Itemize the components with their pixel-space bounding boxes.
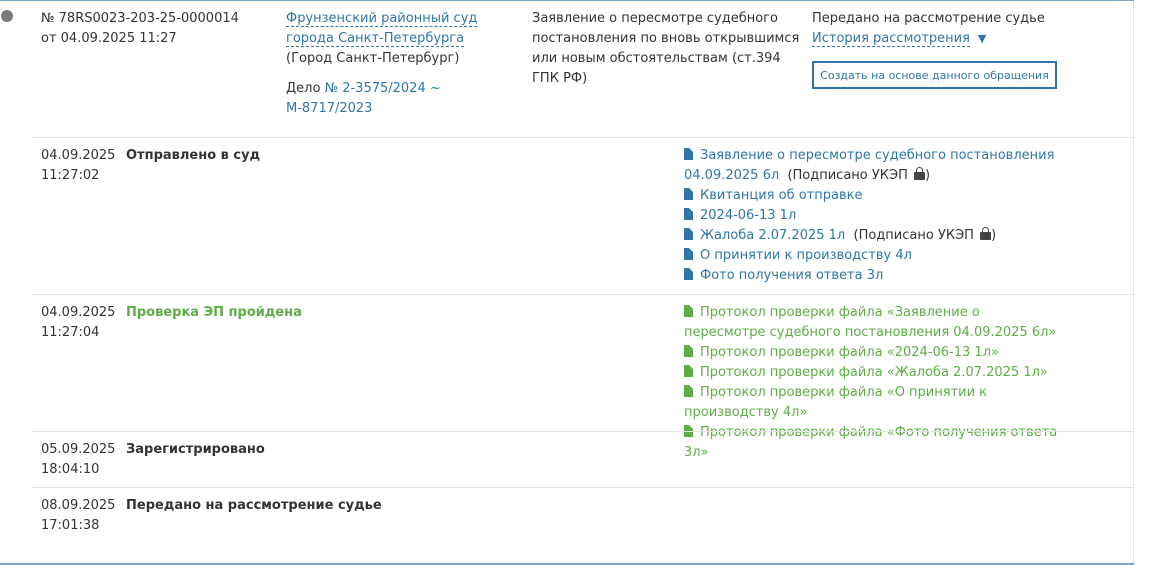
- status-dot-icon: [1, 10, 13, 22]
- card-top-border: [0, 0, 1134, 1]
- court-info: Фрунзенский районный суд города Санкт-Пе…: [286, 9, 511, 69]
- file-icon: [684, 148, 693, 160]
- document-item: Заявление о пересмотре судебного постано…: [684, 146, 1124, 186]
- document-link[interactable]: Квитанция об отправке: [700, 188, 863, 203]
- event-title: Передано на рассмотрение судье: [126, 498, 382, 513]
- document-item: Фото получения ответа 3л: [684, 266, 1124, 286]
- file-icon: [684, 268, 693, 280]
- appeal-info: № 78RS0023-203-25-0000014 от 04.09.2025 …: [41, 9, 261, 49]
- signature-status: (Подписано УКЭП ): [853, 227, 997, 243]
- event-datetime: 05.09.2025 18:04:10: [41, 440, 115, 480]
- event-title: Отправлено в суд: [126, 148, 261, 163]
- row-divider: [32, 487, 1133, 488]
- document-item: 2024-06-13 1л: [684, 206, 1124, 226]
- event-date: 05.09.2025: [41, 442, 116, 457]
- document-item: Протокол проверки файла «Фото получения …: [684, 423, 1064, 463]
- document-item: Протокол проверки файла «О принятии к пр…: [684, 383, 1064, 423]
- appeal-date: от 04.09.2025 11:27: [41, 31, 177, 46]
- document-item: Протокол проверки файла «2024-06-13 1л»: [684, 343, 1064, 363]
- document-link[interactable]: Протокол проверки файла «Жалоба 2.07.202…: [700, 365, 1048, 380]
- event-title: Зарегистрировано: [126, 442, 265, 457]
- create-based-on-appeal-button[interactable]: Создать на основе данного обращения: [812, 61, 1057, 89]
- court-city: (Город Санкт-Петербург): [286, 51, 460, 66]
- document-link[interactable]: Фото получения ответа 3л: [700, 268, 883, 283]
- appeal-number: № 78RS0023-203-25-0000014: [41, 11, 239, 26]
- appeal-status: Передано на рассмотрение судье: [812, 11, 1045, 26]
- document-link[interactable]: Протокол проверки файла «О принятии к пр…: [684, 385, 987, 420]
- file-icon: [684, 345, 693, 357]
- document-link[interactable]: Протокол проверки файла «2024-06-13 1л»: [700, 345, 999, 360]
- event-datetime: 04.09.2025 11:27:04: [41, 303, 115, 343]
- event-date: 04.09.2025: [41, 305, 116, 320]
- row-divider: [32, 431, 1133, 432]
- event-documents: Протокол проверки файла «Заявление о пер…: [684, 303, 1064, 463]
- signature-status: (Подписано УКЭП ): [787, 167, 931, 183]
- file-icon: [684, 365, 693, 377]
- event-time: 11:27:02: [41, 168, 100, 183]
- event-documents: Заявление о пересмотре судебного постано…: [684, 146, 1124, 286]
- document-link[interactable]: Жалоба 2.07.2025 1л: [700, 228, 845, 243]
- history-link[interactable]: История рассмотрения: [812, 31, 970, 47]
- event-time: 17:01:38: [41, 518, 100, 533]
- file-icon: [684, 228, 693, 240]
- file-icon: [684, 248, 693, 260]
- file-icon: [684, 208, 693, 220]
- event-datetime: 08.09.2025 17:01:38: [41, 496, 115, 536]
- event-title: Проверка ЭП пройдена: [126, 305, 302, 320]
- appeal-description: Заявление о пересмотре судебного постано…: [532, 11, 800, 86]
- document-item: Протокол проверки файла «Жалоба 2.07.202…: [684, 363, 1064, 383]
- row-divider: [32, 137, 1133, 138]
- document-item: О принятии к производству 4л: [684, 246, 1124, 266]
- event-time: 11:27:04: [41, 325, 100, 340]
- event-date: 08.09.2025: [41, 498, 116, 513]
- document-item: Протокол проверки файла «Заявление о пер…: [684, 303, 1064, 343]
- lock-icon: [980, 227, 992, 240]
- file-icon: [684, 188, 693, 200]
- file-icon: [684, 385, 693, 397]
- appeal-status-block: Передано на рассмотрение судье История р…: [812, 9, 1112, 49]
- document-link[interactable]: О принятии к производству 4л: [700, 248, 912, 263]
- case-prefix: Дело: [286, 81, 321, 96]
- event-time: 18:04:10: [41, 462, 100, 477]
- document-link[interactable]: 2024-06-13 1л: [700, 208, 796, 223]
- event-date: 04.09.2025: [41, 148, 116, 163]
- file-icon: [684, 305, 693, 317]
- lock-icon: [914, 167, 926, 180]
- court-link[interactable]: Фрунзенский районный суд города Санкт-Пе…: [286, 11, 478, 47]
- document-link[interactable]: Протокол проверки файла «Заявление о пер…: [684, 305, 1056, 340]
- chevron-down-icon[interactable]: ▼: [978, 32, 986, 45]
- event-datetime: 04.09.2025 11:27:02: [41, 146, 115, 186]
- document-item: Жалоба 2.07.2025 1л (Подписано УКЭП ): [684, 226, 1124, 246]
- row-divider: [32, 294, 1133, 295]
- document-item: Квитанция об отправке: [684, 186, 1124, 206]
- case-info: Дело № 2-3575/2024 ~ М-8717/2023: [286, 79, 511, 119]
